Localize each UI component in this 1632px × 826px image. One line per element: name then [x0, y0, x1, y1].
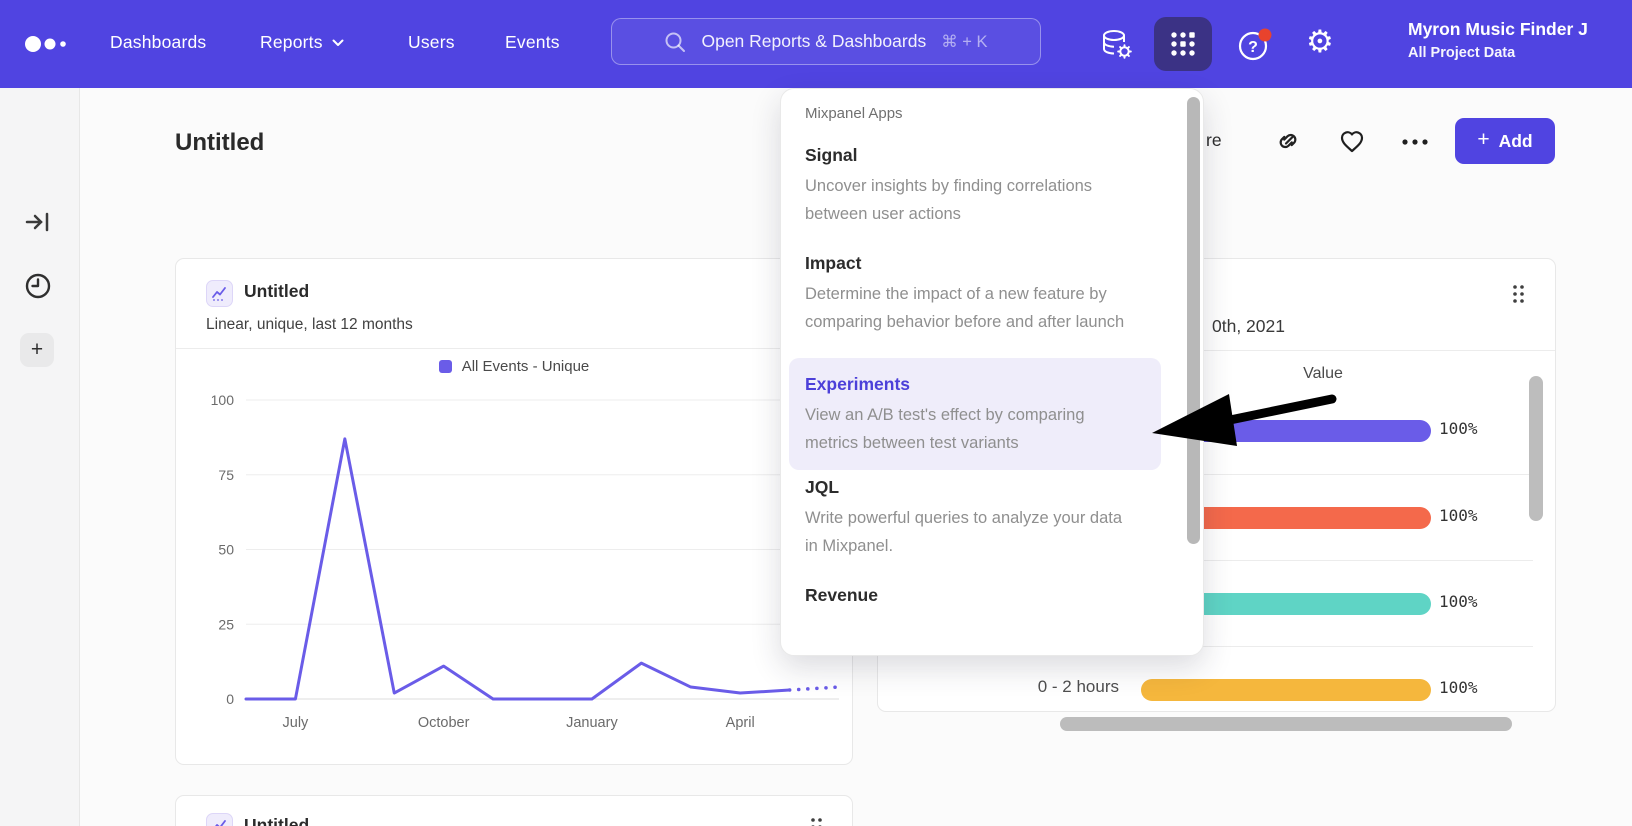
- data-line: [246, 439, 790, 699]
- gear-glyph: ⚙: [1306, 24, 1334, 60]
- chart-card-title: Untitled: [244, 281, 309, 302]
- help-icon[interactable]: ?: [1236, 26, 1276, 64]
- data-line-dotted: [790, 687, 839, 690]
- search-input[interactable]: Open Reports & Dashboards ⌘ + K: [611, 18, 1041, 65]
- user-name: Myron Music Finder J: [1408, 19, 1588, 40]
- top-navbar: Dashboards Reports Users Events Open Rep…: [0, 0, 1632, 88]
- project-name: All Project Data: [1408, 45, 1588, 61]
- search-icon: [664, 31, 686, 53]
- history-clock-icon[interactable]: [24, 272, 52, 300]
- favorite-heart-icon[interactable]: [1337, 126, 1367, 156]
- nav-events[interactable]: Events: [505, 32, 560, 53]
- legend-swatch: [439, 360, 452, 373]
- value-bar: [1141, 679, 1431, 701]
- mixpanel-apps-menu: Mixpanel Apps Signal Uncover insights by…: [780, 88, 1204, 656]
- user-menu[interactable]: Myron Music Finder J All Project Data: [1408, 19, 1588, 61]
- svg-text:?: ?: [1248, 39, 1258, 56]
- search-placeholder: Open Reports & Dashboards: [701, 31, 926, 52]
- legend-label: All Events - Unique: [462, 358, 590, 375]
- chevron-down-icon: [332, 39, 344, 47]
- line-chart-card-icon: [206, 813, 233, 826]
- mixpanel-logo-icon[interactable]: [24, 35, 70, 53]
- y-axis-tick-label: 0: [226, 691, 234, 707]
- mixpanel-app: Dashboards Reports Users Events Open Rep…: [0, 0, 1632, 826]
- apps-grid-button[interactable]: [1154, 17, 1212, 71]
- search-shortcut: ⌘ + K: [941, 32, 987, 52]
- value-column-header: Value: [1238, 365, 1408, 383]
- divider: [176, 348, 852, 349]
- row-label: 0 - 2 hours: [878, 677, 1119, 697]
- row-value: 100%: [1439, 592, 1478, 611]
- nav-dashboards[interactable]: Dashboards: [110, 32, 206, 53]
- bottom-card-title: Untitled: [244, 815, 309, 826]
- line-chart-card-icon: [206, 280, 233, 307]
- row-value: 100%: [1439, 678, 1478, 697]
- add-panel-button[interactable]: +: [20, 333, 54, 367]
- drag-handle-icon[interactable]: [809, 817, 825, 826]
- bottom-chart-card: Untitled: [175, 795, 853, 826]
- x-axis-tick-label: April: [726, 715, 755, 731]
- add-button-label: Add: [1499, 131, 1533, 152]
- menu-item-title: Experiments: [805, 371, 1145, 397]
- x-axis-tick-label: July: [283, 715, 310, 731]
- add-button[interactable]: + Add: [1455, 118, 1555, 164]
- date-range-fragment: 0th, 2021: [1212, 316, 1285, 337]
- copy-link-icon[interactable]: [1274, 127, 1302, 155]
- menu-item-desc: Uncover insights by finding correlations…: [805, 172, 1137, 228]
- menu-item-impact[interactable]: Impact Determine the impact of a new fea…: [805, 250, 1163, 336]
- nav-reports-label: Reports: [260, 32, 323, 53]
- nav-users-label: Users: [408, 32, 455, 53]
- chart-card-subtitle: Linear, unique, last 12 months: [206, 316, 413, 334]
- nav-events-label: Events: [505, 32, 560, 53]
- y-axis-tick-label: 50: [218, 542, 234, 558]
- row-value: 100%: [1439, 419, 1478, 438]
- x-axis-tick-label: October: [418, 715, 470, 731]
- notification-dot: [1259, 29, 1272, 42]
- line-chart: 0 25 50 75 100 July October January April: [176, 389, 854, 739]
- chart-legend[interactable]: All Events - Unique: [176, 358, 852, 375]
- nav-reports[interactable]: Reports: [260, 32, 344, 53]
- page-title: Untitled: [175, 129, 264, 157]
- menu-item-experiments[interactable]: Experiments View an A/B test's effect by…: [789, 358, 1161, 470]
- y-axis-tick-label: 100: [211, 392, 235, 408]
- share-button-fragment[interactable]: re: [1206, 130, 1222, 151]
- menu-header: Mixpanel Apps: [805, 105, 1163, 122]
- menu-scrollbar[interactable]: [1187, 97, 1200, 544]
- menu-item-desc: Determine the impact of a new feature by…: [805, 280, 1137, 336]
- table-horizontal-scrollbar[interactable]: [1060, 717, 1512, 731]
- more-options-icon[interactable]: [1400, 137, 1432, 147]
- y-axis-tick-label: 75: [218, 467, 234, 483]
- nav-users[interactable]: Users: [408, 32, 455, 53]
- y-axis-tick-label: 25: [218, 616, 234, 632]
- menu-item-signal[interactable]: Signal Uncover insights by finding corre…: [805, 142, 1163, 228]
- x-axis-tick-label: January: [566, 715, 618, 731]
- menu-item-jql[interactable]: JQL Write powerful queries to analyze yo…: [805, 474, 1163, 560]
- chart-card: Untitled Linear, unique, last 12 months …: [175, 258, 853, 765]
- apps-grid-icon: [1168, 29, 1198, 59]
- row-value: 100%: [1439, 506, 1478, 525]
- expand-sidebar-icon[interactable]: [24, 208, 52, 236]
- menu-item-desc: Write powerful queries to analyze your d…: [805, 504, 1137, 560]
- menu-item-title: Signal: [805, 142, 1163, 168]
- left-sidebar: +: [0, 88, 80, 826]
- menu-item-desc: View an A/B test's effect by comparing m…: [805, 401, 1137, 457]
- drag-handle-icon[interactable]: [1511, 284, 1527, 304]
- menu-item-revenue[interactable]: Revenue: [805, 582, 1163, 608]
- data-management-icon[interactable]: [1098, 27, 1134, 63]
- plus-icon: +: [31, 338, 43, 362]
- table-vertical-scrollbar[interactable]: [1529, 376, 1543, 521]
- nav-dashboards-label: Dashboards: [110, 32, 206, 53]
- menu-item-title: Impact: [805, 250, 1163, 276]
- menu-item-title: Revenue: [805, 582, 1163, 608]
- menu-item-title: JQL: [805, 474, 1163, 500]
- settings-gear-icon[interactable]: ⚙: [1306, 27, 1334, 58]
- plus-icon: +: [1477, 128, 1489, 152]
